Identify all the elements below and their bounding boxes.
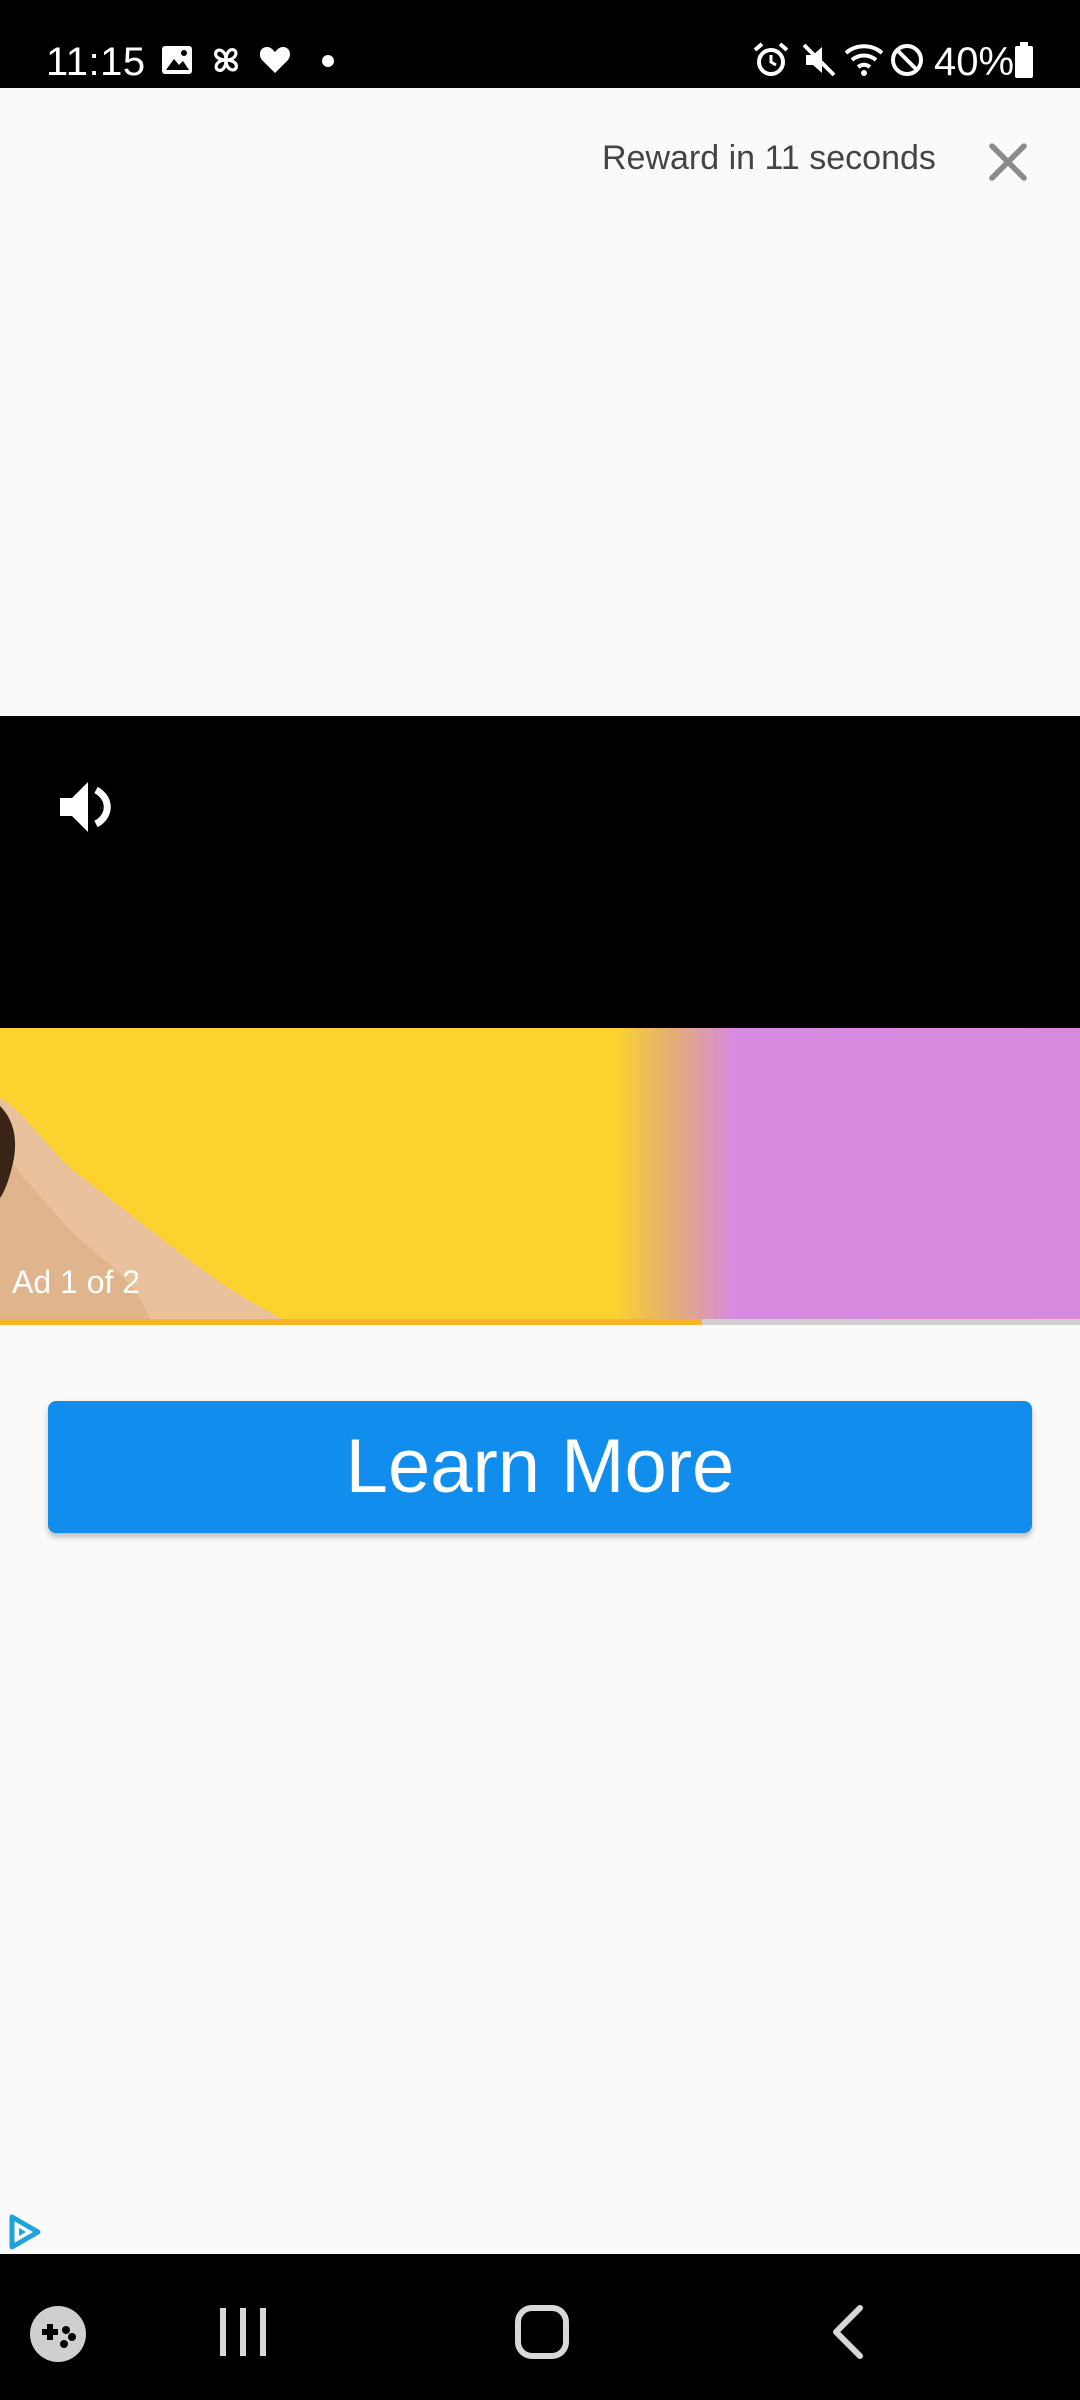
block-icon xyxy=(891,44,923,76)
battery-icon xyxy=(1015,42,1033,78)
dot-icon xyxy=(322,55,334,67)
battery-percent: 40% xyxy=(934,40,1015,84)
pinwheel-icon xyxy=(214,48,238,72)
close-icon[interactable] xyxy=(982,136,1034,188)
video-progress-bar xyxy=(0,1319,1080,1325)
video-player[interactable] xyxy=(0,716,1080,1028)
back-icon[interactable] xyxy=(822,2302,872,2362)
ad-screen: 11:15 40% Reward in 11 seconds Ad 1 of 2… xyxy=(0,0,1080,2400)
alarm-icon xyxy=(753,42,789,76)
status-bar: 11:15 40% xyxy=(0,0,1080,88)
learn-more-button[interactable]: Learn More xyxy=(48,1401,1032,1533)
gallery-icon xyxy=(162,46,192,74)
adchoices-icon[interactable] xyxy=(6,2212,44,2252)
volume-icon[interactable] xyxy=(56,776,126,838)
status-time: 11:15 xyxy=(46,40,146,84)
recents-icon[interactable] xyxy=(212,2304,274,2360)
game-launcher-icon[interactable] xyxy=(28,2304,88,2364)
mute-icon xyxy=(802,43,836,77)
reward-countdown: Reward in 11 seconds xyxy=(602,139,936,177)
ad-counter: Ad 1 of 2 xyxy=(12,1264,141,1300)
heart-icon xyxy=(259,47,291,73)
navigation-bar xyxy=(0,2254,1080,2400)
video-progress-fill xyxy=(0,1319,702,1325)
ad-video-frame[interactable] xyxy=(0,1028,1080,1320)
home-icon[interactable] xyxy=(512,2302,572,2362)
wifi-icon xyxy=(844,44,884,76)
